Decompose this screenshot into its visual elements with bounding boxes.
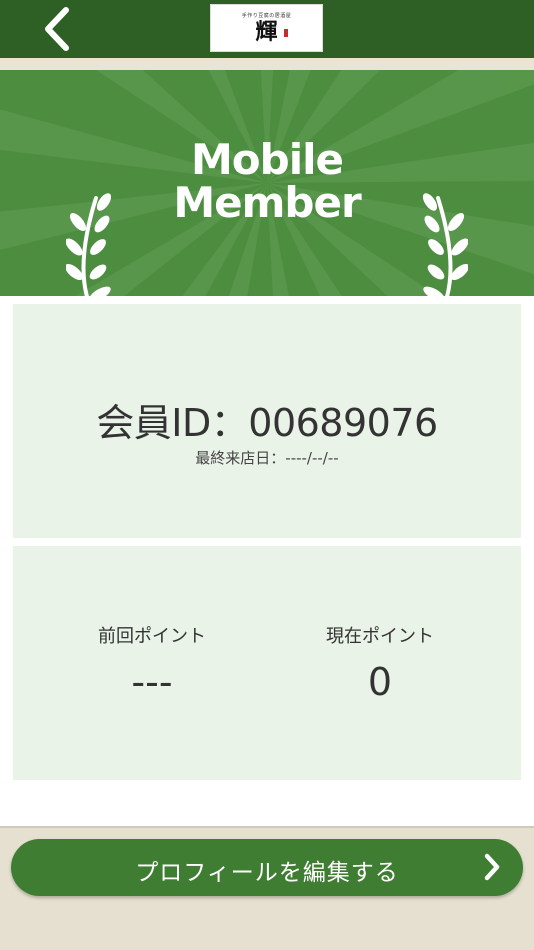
back-button[interactable]: [34, 6, 80, 52]
chevron-right-icon: [484, 853, 500, 881]
logo-mark: 輝: [255, 20, 288, 44]
previous-points-label: 前回ポイント: [98, 626, 206, 647]
chevron-left-icon: [45, 7, 69, 51]
edit-profile-label: プロフィールを編集する: [135, 860, 399, 886]
edit-profile-button[interactable]: プロフィールを編集する: [11, 839, 523, 896]
previous-points-value: ---: [131, 660, 173, 704]
logo-stamp: [283, 28, 288, 37]
member-id: 会員ID：00689076: [96, 401, 438, 445]
banner-title-line1: Mobile: [191, 135, 344, 184]
logo: 手作り豆腐の居酒屋 輝: [210, 4, 323, 52]
banner-title-line2: Member: [173, 178, 361, 227]
current-points-value: 0: [367, 660, 393, 704]
current-points-label: 現在ポイント: [326, 626, 434, 647]
top-bar: 手作り豆腐の居酒屋 輝: [0, 0, 534, 58]
header-texture: [0, 58, 534, 70]
banner-title: Mobile Member: [0, 138, 534, 224]
last-visit-date: 最終来店日：----/--/--: [195, 449, 339, 467]
